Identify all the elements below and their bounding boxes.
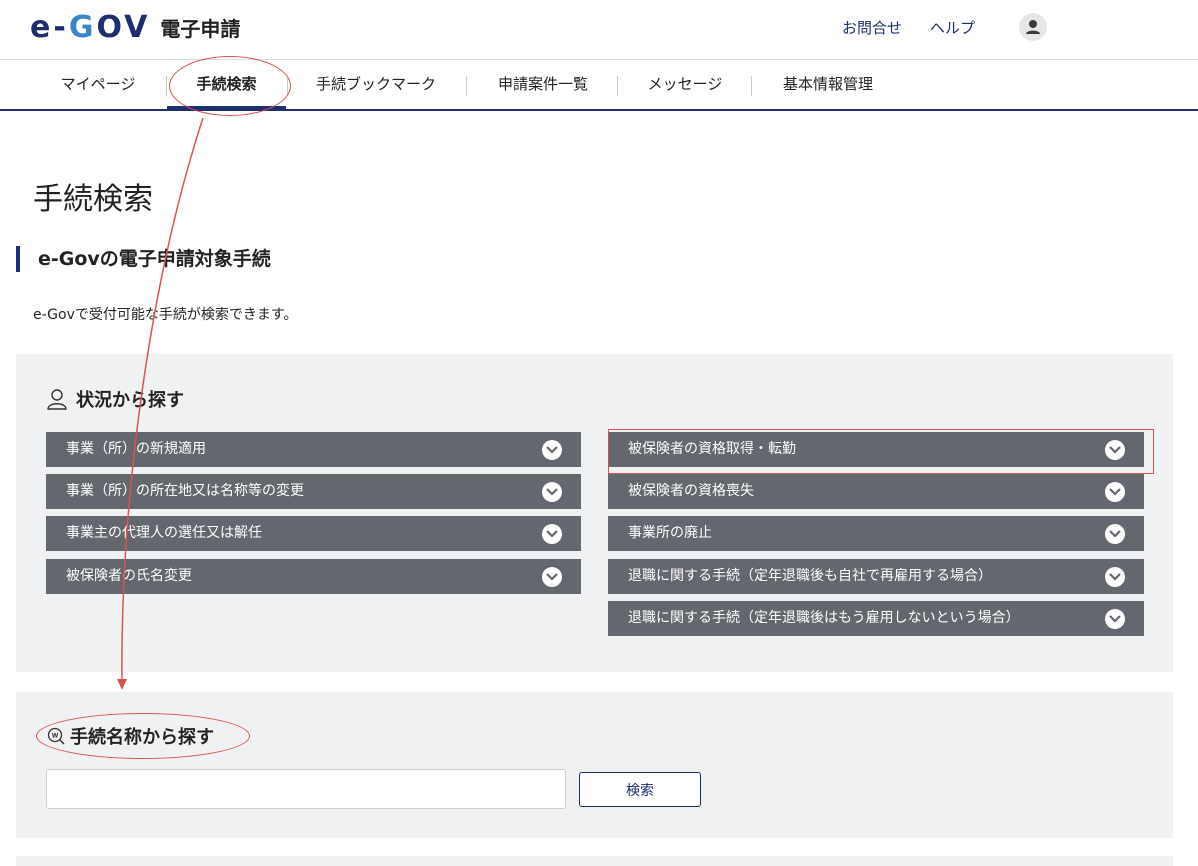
chevron-down-icon [1105, 482, 1125, 502]
situation-title: 状況から探す [46, 386, 184, 412]
chevron-down-icon [1105, 609, 1125, 629]
situation-item[interactable]: 退職に関する手続（定年退職後も自社で再雇用する場合） [608, 559, 1144, 594]
situation-item-label: 事業所の廃止 [628, 525, 712, 541]
search-button[interactable]: 検索 [579, 772, 701, 807]
name-search-panel [16, 692, 1173, 838]
chevron-down-icon [542, 482, 562, 502]
chevron-down-icon [1105, 524, 1125, 544]
nav-divider [466, 76, 467, 96]
situation-item-label: 退職に関する手続（定年退職後はもう雇用しないという場合） [628, 610, 1020, 626]
situation-item-label: 事業（所）の新規適用 [66, 441, 206, 457]
nav-item-basic-info[interactable]: 基本情報管理 [766, 60, 890, 109]
situation-item-label: 退職に関する手続（定年退職後も自社で再雇用する場合） [628, 568, 992, 584]
situation-item[interactable]: 事業（所）の新規適用 [46, 432, 581, 467]
situation-item[interactable]: 事業所の廃止 [608, 516, 1144, 551]
chevron-down-icon [542, 524, 562, 544]
chevron-down-icon [1105, 567, 1125, 587]
next-panel [16, 856, 1173, 866]
situation-item[interactable]: 被保険者の氏名変更 [46, 559, 581, 594]
page-description: e-Govで受付可能な手続が検索できます。 [33, 307, 298, 323]
situation-item[interactable]: 事業主の代理人の選任又は解任 [46, 516, 581, 551]
annotation-circle-title [36, 713, 250, 759]
nav-divider [617, 76, 618, 96]
chevron-down-icon [542, 440, 562, 460]
nav-item-applications[interactable]: 申請案件一覧 [482, 60, 604, 109]
contact-link[interactable]: お問合せ [842, 17, 902, 38]
person-outline-icon [47, 389, 67, 410]
situation-item[interactable]: 退職に関する手続（定年退職後はもう雇用しないという場合） [608, 601, 1144, 636]
page-title: 手続検索 [33, 182, 153, 217]
site-header: e-GOV 電子申請 お問合せ ヘルプ [0, 0, 1198, 60]
nav-item-mypage[interactable]: マイページ [40, 60, 156, 109]
situation-item-label: 事業主の代理人の選任又は解任 [66, 525, 262, 541]
situation-item-label: 被保険者の氏名変更 [66, 568, 192, 584]
procedure-name-search-input[interactable] [46, 769, 566, 809]
nav-divider [751, 76, 752, 96]
situation-item[interactable]: 事業（所）の所在地又は名称等の変更 [46, 474, 581, 509]
annotation-circle-nav [169, 56, 291, 116]
nav-item-messages[interactable]: メッセージ [632, 60, 738, 109]
situation-item-label: 事業（所）の所在地又は名称等の変更 [66, 483, 304, 499]
user-icon [1026, 20, 1040, 34]
section-title: e-Govの電子申請対象手続 [16, 246, 271, 272]
chevron-down-icon [542, 567, 562, 587]
site-logo[interactable]: e-GOV 電子申請 [30, 10, 240, 45]
situation-item-label: 被保険者の資格喪失 [628, 483, 754, 499]
logo-mark: e-GOV [30, 10, 151, 45]
annotation-box-item [608, 429, 1154, 474]
user-menu-button[interactable] [1019, 13, 1047, 41]
situation-item[interactable]: 被保険者の資格喪失 [608, 474, 1144, 509]
help-link[interactable]: ヘルプ [930, 17, 975, 38]
nav-item-bookmarks[interactable]: 手続ブックマーク [300, 60, 452, 109]
situation-title-text: 状況から探す [76, 390, 184, 411]
logo-text: 電子申請 [160, 17, 241, 41]
